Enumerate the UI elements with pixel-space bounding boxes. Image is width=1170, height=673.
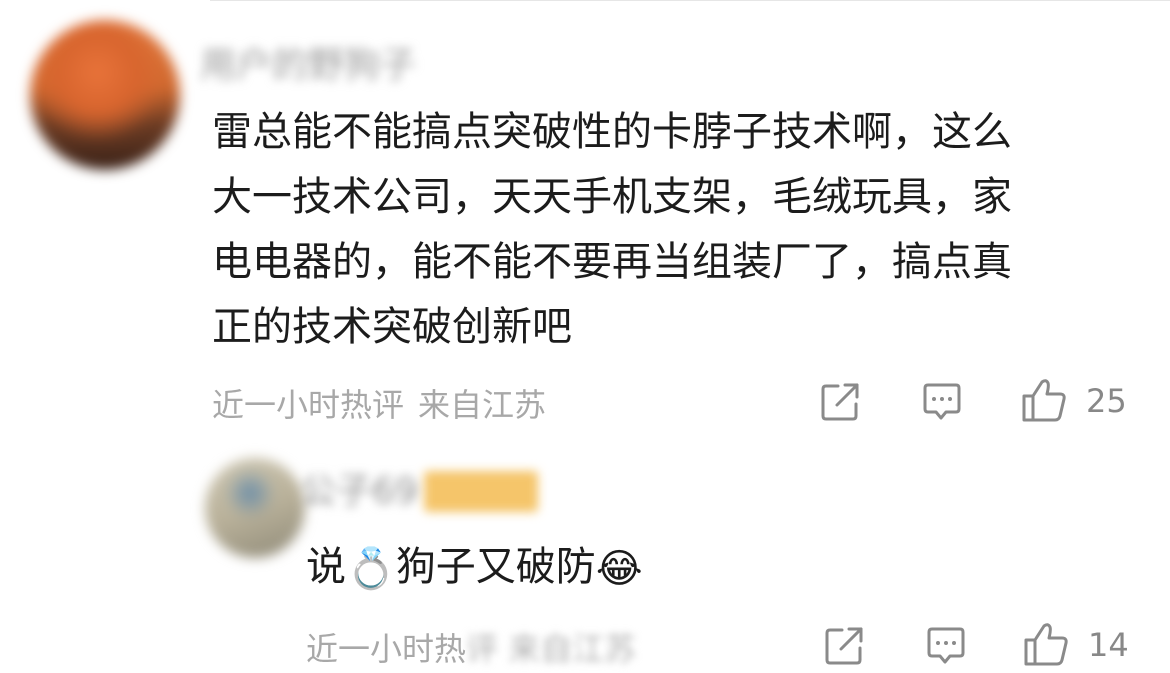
comment-location: 来自江苏 — [418, 386, 547, 424]
avatar[interactable] — [205, 458, 305, 558]
comment-line: 电电器的，能不能不要再当组装厂了，搞点真 — [212, 239, 1012, 285]
share-icon — [825, 627, 863, 665]
comment-icon — [927, 627, 965, 664]
comment-line: 正的技术突破创新吧 — [212, 304, 572, 350]
like-count: 25 — [1086, 382, 1127, 420]
like-button[interactable] — [1022, 620, 1070, 668]
comment-line: 雷总能不能搞点突破性的卡脖子技术啊，这么 — [212, 109, 1012, 155]
ring-emoji-icon: 💍 — [346, 545, 396, 592]
username[interactable]: 用户的野狗子 — [200, 36, 416, 88]
comment-time: 近一小时热 — [306, 630, 467, 668]
thumbs-up-icon — [1024, 623, 1068, 666]
comment-text-part: 说 — [306, 544, 346, 590]
laughing-crying-emoji-icon: 😂 — [595, 545, 643, 592]
share-button[interactable] — [818, 380, 862, 424]
thumbs-up-icon — [1022, 379, 1066, 422]
like-button[interactable] — [1020, 376, 1068, 424]
comment-icon — [923, 383, 961, 420]
user-badge: ■■■ — [423, 471, 538, 512]
comment-text: 说💍狗子又破防😂 — [306, 535, 643, 602]
username-text: 公子69 — [300, 471, 418, 512]
like-count: 14 — [1088, 626, 1129, 664]
top-divider — [210, 0, 1170, 1]
comment-meta: 近一小时热评 来自江苏 — [212, 380, 546, 426]
avatar[interactable] — [30, 20, 180, 170]
username[interactable]: 公子69 ■■■ — [300, 462, 538, 514]
comment-location-blurred: 评 来自江苏 — [466, 630, 637, 668]
comment-text: 雷总能不能搞点突破性的卡脖子技术啊，这么 大一技术公司，天天手机支架，毛绒玩具，… — [212, 100, 1012, 360]
share-icon — [821, 383, 859, 421]
comment-time: 近一小时热评 — [212, 386, 405, 424]
comment-meta: 近一小时热评 来自江苏 — [306, 624, 636, 670]
comment-text-part: 狗子又破防 — [395, 544, 596, 590]
share-button[interactable] — [822, 624, 866, 668]
reply-button[interactable] — [924, 624, 968, 668]
comment-line: 大一技术公司，天天手机支架，毛绒玩具，家 — [212, 174, 1012, 220]
reply-button[interactable] — [920, 380, 964, 424]
